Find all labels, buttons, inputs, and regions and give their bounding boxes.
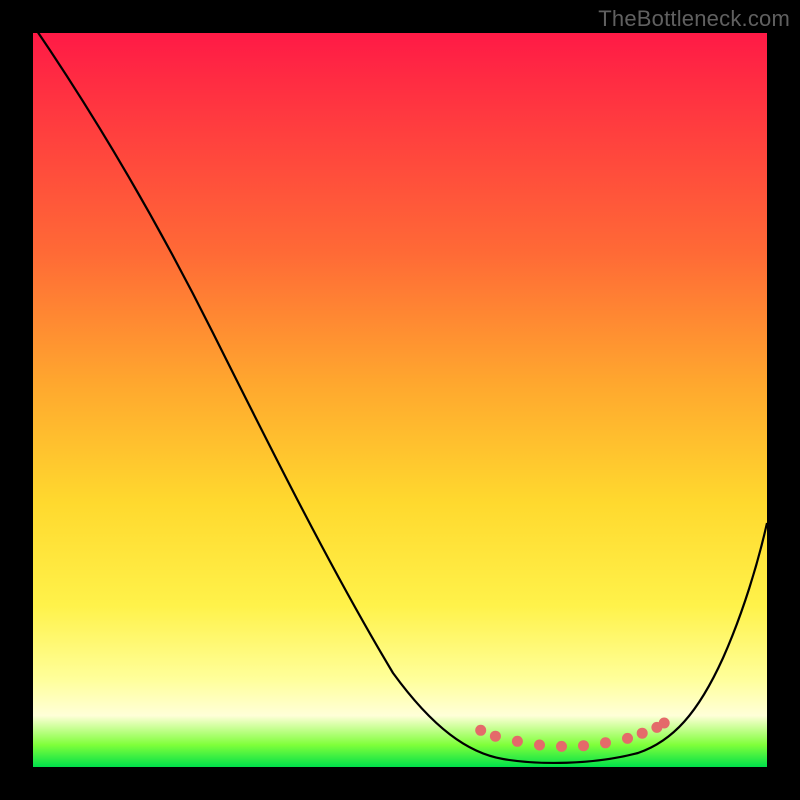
marker-dot: [512, 736, 523, 747]
marker-dot: [578, 740, 589, 751]
marker-dot: [534, 740, 545, 751]
chart-frame: TheBottleneck.com: [0, 0, 800, 800]
marker-dot: [556, 741, 567, 752]
marker-dot: [475, 725, 486, 736]
watermark-text: TheBottleneck.com: [598, 6, 790, 32]
marker-dot: [637, 728, 648, 739]
curve-path: [33, 25, 767, 763]
plot-area: [33, 33, 767, 767]
marker-dot: [622, 733, 633, 744]
marker-dots: [475, 718, 670, 752]
bottleneck-curve: [33, 33, 767, 767]
marker-dot: [600, 737, 611, 748]
marker-dot: [490, 731, 501, 742]
marker-dot: [659, 718, 670, 729]
